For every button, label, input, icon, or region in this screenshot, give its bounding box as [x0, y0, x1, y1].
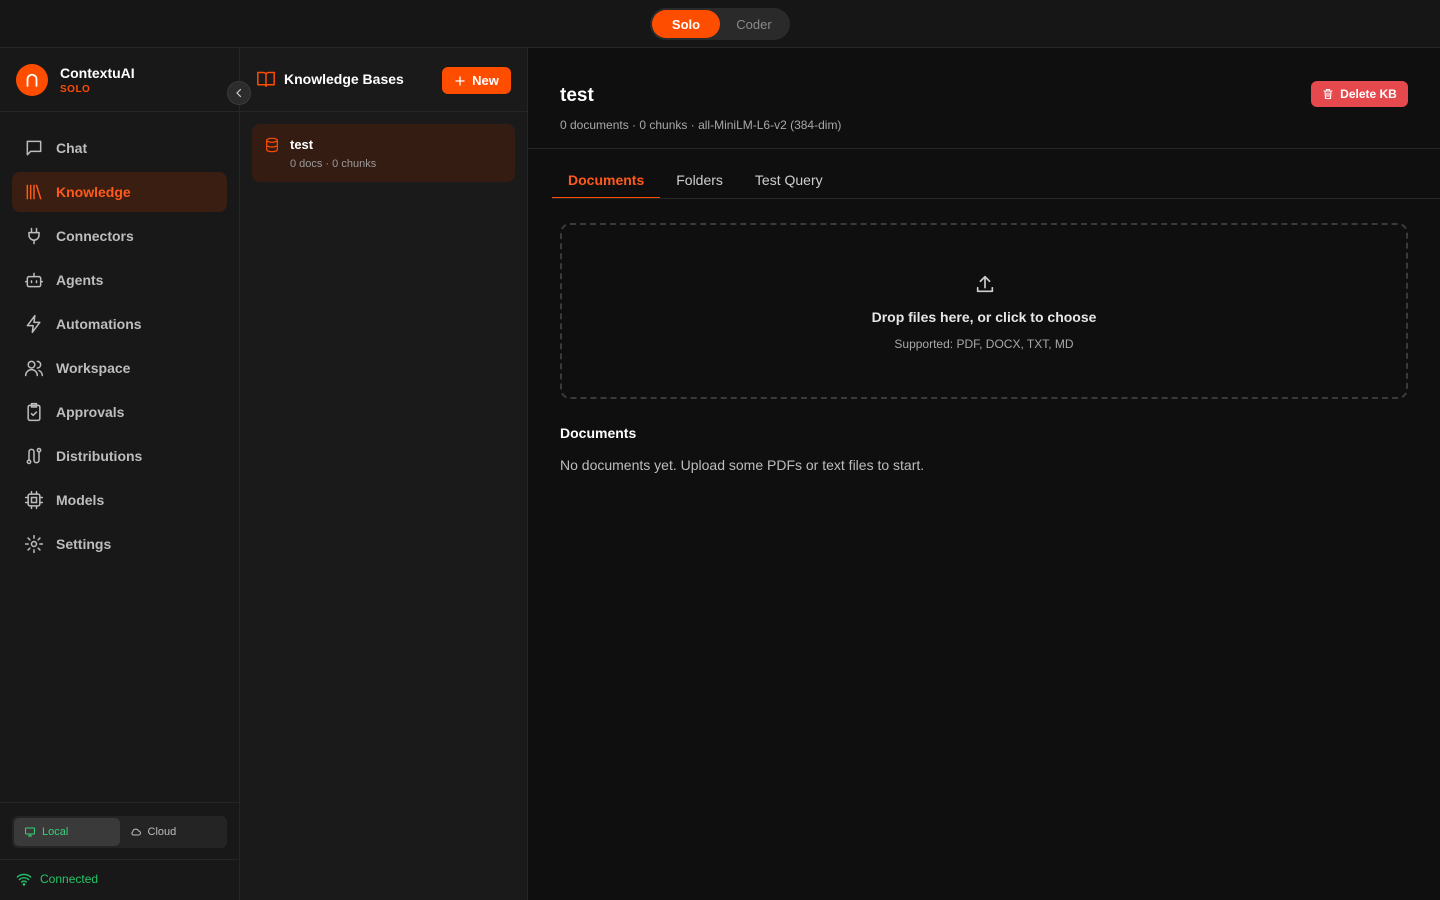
sidebar-item-approvals[interactable]: Approvals: [12, 392, 227, 432]
sidebar-item-workspace[interactable]: Workspace: [12, 348, 227, 388]
mode-solo-button[interactable]: Solo: [652, 10, 720, 38]
brand-divider: [0, 111, 240, 112]
route-icon: [26, 447, 42, 465]
brand: ContextuAI SOLO: [16, 64, 135, 96]
delete-kb-button[interactable]: Delete KB: [1311, 81, 1408, 107]
mode-toggle: Solo Coder: [650, 8, 790, 40]
sidebar-item-label: Distributions: [56, 448, 143, 464]
documents-empty-state: No documents yet. Upload some PDFs or te…: [560, 457, 925, 473]
new-kb-button[interactable]: New: [442, 67, 511, 94]
sidebar-item-automations[interactable]: Automations: [12, 304, 227, 344]
location-cloud-label: Cloud: [147, 826, 177, 838]
kb-item-name: test: [290, 137, 314, 152]
main-content: test 0 documents · 0 chunks · all-MiniLM…: [528, 48, 1440, 900]
plug-icon: [28, 227, 40, 245]
documents-heading: Documents: [560, 425, 637, 441]
wifi-icon: [16, 873, 32, 886]
zap-icon: [26, 314, 41, 334]
connection-status-label: Connected: [40, 872, 99, 886]
sidebar-item-knowledge[interactable]: Knowledge: [12, 172, 227, 212]
sidebar-item-chat[interactable]: Chat: [12, 128, 227, 168]
location-cloud-button[interactable]: Cloud: [120, 818, 226, 846]
top-bar: Solo Coder: [0, 0, 1440, 48]
chevron-left-icon: [236, 88, 242, 98]
kb-panel-title: Knowledge Bases: [256, 70, 404, 88]
page-title: test: [560, 85, 594, 106]
brand-edition: SOLO: [60, 84, 91, 95]
monitor-icon: [25, 827, 35, 837]
brand-logo-icon: [16, 64, 48, 96]
sidebar-item-label: Workspace: [56, 360, 131, 376]
kb-panel-title-text: Knowledge Bases: [284, 71, 404, 87]
kb-item-meta: 0 docs · 0 chunks: [290, 158, 377, 170]
tabs-divider: [552, 198, 1440, 199]
trash-icon: [1323, 88, 1333, 100]
sidebar-item-label: Models: [56, 492, 105, 508]
location-local-label: Local: [42, 826, 69, 838]
sidebar-item-label: Connectors: [56, 228, 134, 244]
sidebar-item-label: Knowledge: [56, 184, 131, 200]
tab-documents[interactable]: Documents: [552, 160, 661, 199]
location-toggle: Local Cloud: [12, 816, 227, 848]
tab-test-query[interactable]: Test Query: [739, 160, 839, 199]
header-divider: [528, 148, 1440, 149]
kb-panel: Knowledge Bases New test 0 docs · 0 chun…: [240, 48, 528, 900]
sidebar-item-agents[interactable]: Agents: [12, 260, 227, 300]
bot-icon: [24, 272, 44, 288]
upload-icon: [976, 275, 994, 293]
sidebar-item-label: Automations: [56, 316, 142, 332]
chat-icon: [26, 140, 42, 156]
tabs: Documents Folders Test Query: [552, 160, 839, 199]
sidebar-item-distributions[interactable]: Distributions: [12, 436, 227, 476]
mode-coder-button[interactable]: Coder: [720, 10, 788, 38]
kb-list-item[interactable]: test 0 docs · 0 chunks: [252, 124, 515, 182]
sidebar-collapse-button[interactable]: [227, 81, 251, 105]
file-dropzone[interactable]: Drop files here, or click to choose Supp…: [560, 223, 1408, 399]
library-icon: [26, 184, 42, 200]
sidebar-item-label: Chat: [56, 140, 88, 156]
kb-header: Knowledge Bases New: [240, 48, 528, 112]
connection-status: Connected: [16, 872, 98, 886]
sidebar-item-label: Agents: [56, 272, 104, 288]
database-icon: [266, 137, 278, 153]
cloud-icon: [130, 828, 141, 836]
tab-folders[interactable]: Folders: [660, 160, 739, 199]
location-section: Local Cloud: [0, 802, 240, 860]
sidebar-item-settings[interactable]: Settings: [12, 524, 227, 564]
sidebar-nav: Chat Knowledge Connectors Agents Automat…: [12, 128, 227, 568]
gear-icon: [24, 534, 44, 554]
brand-name: ContextuAI: [60, 65, 135, 81]
sidebar-item-label: Approvals: [56, 404, 125, 420]
kb-stats: 0 documents · 0 chunks · all-MiniLM-L6-v…: [560, 118, 842, 132]
plus-icon: [455, 75, 465, 86]
dropzone-supported-formats: Supported: PDF, DOCX, TXT, MD: [894, 337, 1074, 351]
sidebar-item-models[interactable]: Models: [12, 480, 227, 520]
app-window: Solo Coder ContextuAI SOLO Chat Knowledg…: [0, 0, 1440, 900]
clipboard-check-icon: [27, 402, 41, 422]
cpu-icon: [24, 490, 44, 510]
dropzone-title: Drop files here, or click to choose: [871, 309, 1097, 325]
users-icon: [24, 360, 44, 377]
delete-kb-label: Delete KB: [1340, 87, 1397, 101]
book-open-icon: [257, 71, 275, 88]
location-local-button[interactable]: Local: [14, 818, 120, 846]
new-kb-label: New: [472, 73, 499, 88]
sidebar-item-label: Settings: [56, 536, 112, 552]
sidebar: ContextuAI SOLO Chat Knowledge Connector…: [0, 48, 240, 900]
sidebar-item-connectors[interactable]: Connectors: [12, 216, 227, 256]
